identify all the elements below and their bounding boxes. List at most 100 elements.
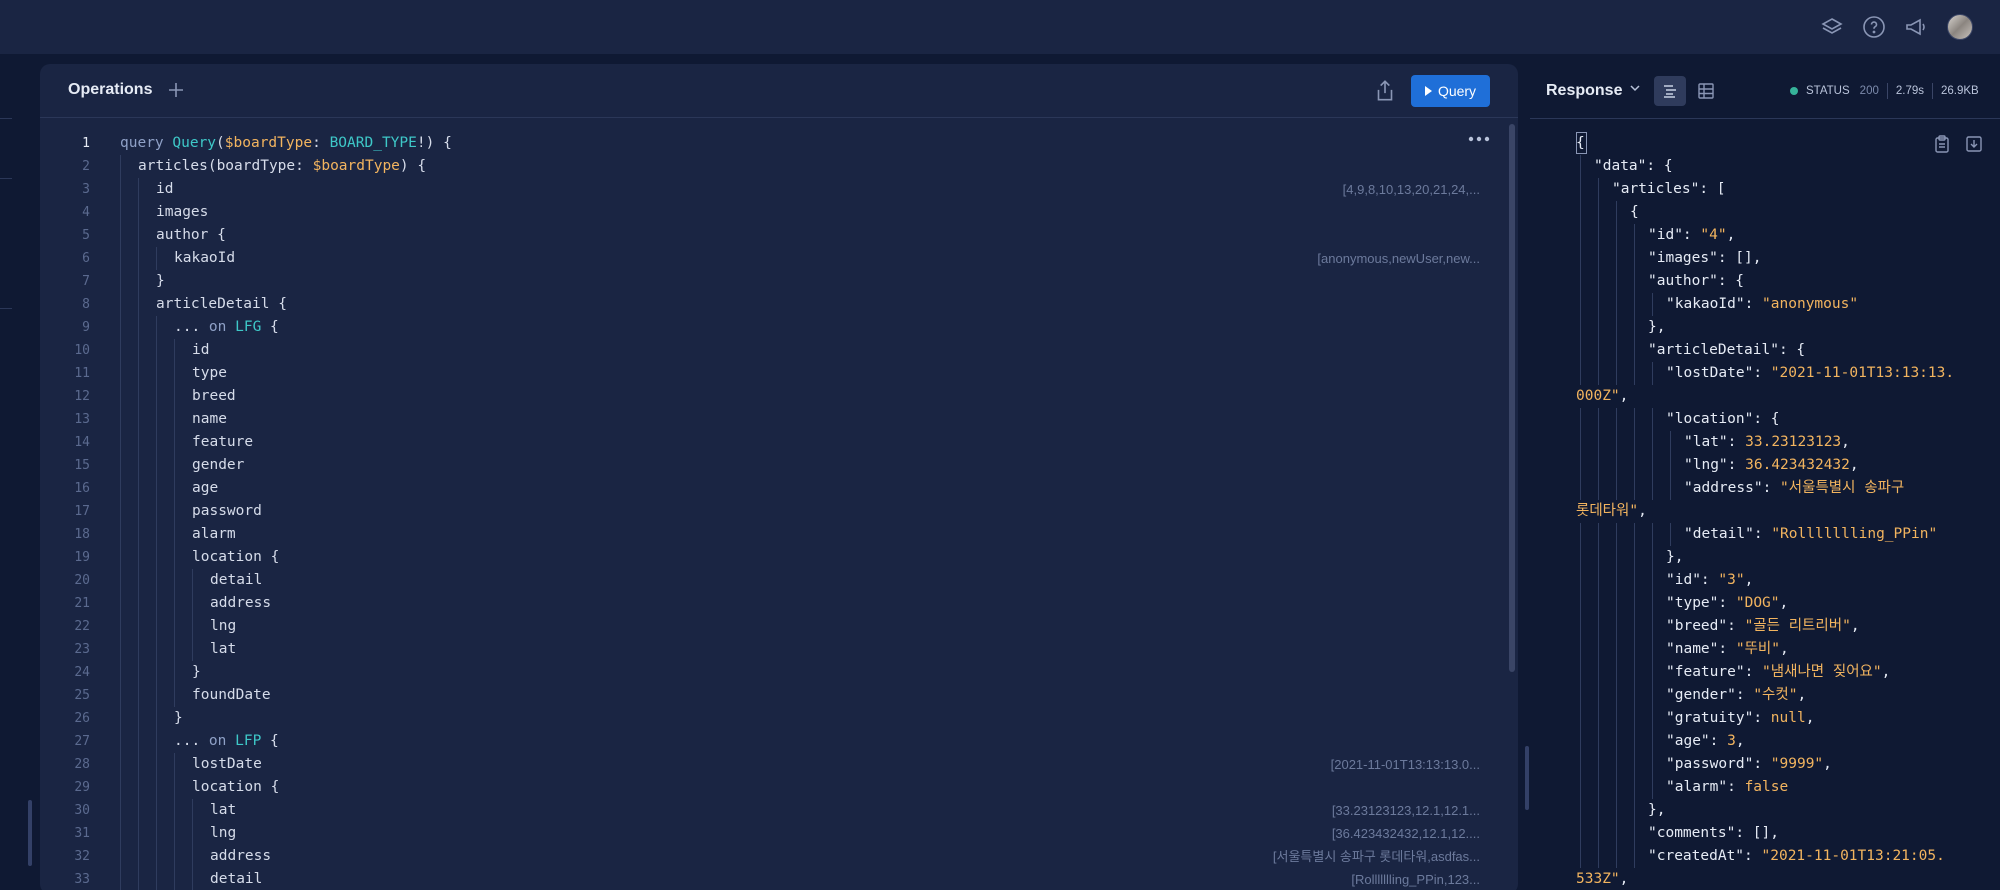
code-text: lat <box>210 802 237 818</box>
json-line: "detail": "Rollllllling_PPin" <box>1684 526 1938 542</box>
code-line[interactable]: 4 images <box>40 201 1510 224</box>
json-line: 롯데타워", <box>1576 503 1647 519</box>
clipboard-icon[interactable] <box>1932 134 1952 154</box>
code-text: images <box>156 204 209 220</box>
code-text: articleDetail { <box>156 296 287 312</box>
code-line[interactable]: 3 id [4,9,8,10,13,20,21,24,... <box>40 178 1510 201</box>
line-number: 16 <box>74 481 90 496</box>
query-button-label: Query <box>1437 83 1477 99</box>
code-line[interactable]: 8 articleDetail { <box>40 293 1510 316</box>
code-line[interactable]: 17 password <box>40 500 1510 523</box>
line-number: 8 <box>82 297 90 312</box>
json-line: "kakaoId": "anonymous" <box>1666 296 1859 312</box>
line-number: 11 <box>74 366 90 381</box>
json-line: "gratuity": null, <box>1666 710 1815 726</box>
code-text: } <box>174 710 183 726</box>
query-button[interactable]: Query <box>1411 75 1490 107</box>
json-line: "address": "서울특별시 송파구 <box>1684 480 1905 496</box>
json-line: 533Z", <box>1576 871 1629 887</box>
code-line[interactable]: 7} <box>40 270 1510 293</box>
code-line[interactable]: 25 foundDate <box>40 684 1510 707</box>
line-number: 32 <box>74 849 90 864</box>
code-text: ... on LFG { <box>174 319 279 335</box>
status-bar: STATUS 200 2.79s 26.9KB <box>1790 83 1979 99</box>
code-line[interactable]: 14 feature <box>40 431 1510 454</box>
share-icon[interactable] <box>1372 78 1398 104</box>
code-line[interactable]: 6 kakaoId [anonymous,newUser,new... <box>40 247 1510 270</box>
code-text: } <box>156 273 165 289</box>
code-text: alarm <box>192 526 236 542</box>
json-line: "data": { <box>1594 158 1673 174</box>
code-line[interactable]: 30 lat [33.23123123,12.1,12.1... <box>40 799 1510 822</box>
json-line: }, <box>1648 802 1666 818</box>
json-line: "age": 3, <box>1666 733 1745 749</box>
json-line: "articleDetail": { <box>1648 342 1806 358</box>
code-text: lng <box>210 825 237 841</box>
operations-title: Operations <box>68 81 153 98</box>
layers-icon[interactable] <box>1819 14 1845 40</box>
code-line[interactable]: 12 breed <box>40 385 1510 408</box>
line-number: 18 <box>74 527 90 542</box>
response-viewer[interactable]: {"data": {"articles": [{"id": "4", "image… <box>1530 120 2000 890</box>
inline-result-hint: [36.423432432,12.1,12.... <box>1331 826 1480 841</box>
help-icon[interactable] <box>1861 14 1887 40</box>
user-avatar[interactable] <box>1947 14 1973 40</box>
response-dropdown[interactable]: Response <box>1546 81 1642 100</box>
code-line[interactable]: 28 lostDate [2021-11-01T13:13:13.0... <box>40 753 1510 776</box>
code-text: query Query($boardType: BOARD_TYPE!) { <box>120 135 452 151</box>
code-line[interactable]: 27 ... on LFP { <box>40 730 1510 753</box>
line-number: 21 <box>74 596 90 611</box>
plus-icon[interactable] <box>164 78 188 102</box>
code-line[interactable]: 9 ... on LFG { <box>40 316 1510 339</box>
line-number: 20 <box>74 573 90 588</box>
status-indicator <box>1790 87 1798 95</box>
code-line[interactable]: 21 address <box>40 592 1510 615</box>
code-line[interactable]: 2 articles(boardType: $boardType) { <box>40 155 1510 178</box>
megaphone-icon[interactable] <box>1903 14 1929 40</box>
json-line: "author": { <box>1648 273 1745 289</box>
line-number: 5 <box>82 228 90 243</box>
table-view-icon[interactable] <box>1690 76 1722 106</box>
code-line[interactable]: 15 gender <box>40 454 1510 477</box>
line-number: 26 <box>74 711 90 726</box>
download-icon[interactable] <box>1964 134 1984 154</box>
line-number: 30 <box>74 803 90 818</box>
panel-resize-handle[interactable] <box>1525 746 1529 810</box>
line-number: 13 <box>74 412 90 427</box>
resize-handle[interactable] <box>28 800 32 866</box>
code-line[interactable]: 16 age <box>40 477 1510 500</box>
editor-scrollbar[interactable] <box>1509 124 1515 672</box>
code-line[interactable]: 32 address [서울특별시 송파구 롯데타워,asdfas... <box>40 845 1510 868</box>
json-line: "breed": "골든 리트리버", <box>1666 618 1860 634</box>
code-line[interactable]: 11 type <box>40 362 1510 385</box>
code-line[interactable]: 29 location { <box>40 776 1510 799</box>
list-view-icon[interactable] <box>1654 76 1686 106</box>
divider <box>0 308 12 309</box>
code-text: name <box>192 411 227 427</box>
response-title: Response <box>1546 81 1623 99</box>
code-text: } <box>192 664 201 680</box>
status-code: 200 <box>1859 85 1879 97</box>
line-number: 24 <box>74 665 90 680</box>
code-line[interactable]: 22 lng <box>40 615 1510 638</box>
code-line[interactable]: 5 author { <box>40 224 1510 247</box>
code-line[interactable]: 10 id <box>40 339 1510 362</box>
code-line[interactable]: 26} <box>40 707 1510 730</box>
code-line[interactable]: 13 name <box>40 408 1510 431</box>
code-text: type <box>192 365 227 381</box>
operations-header: Operations Query <box>40 64 1518 118</box>
more-horizontal-icon[interactable] <box>1467 132 1491 144</box>
code-line[interactable]: 31 lng [36.423432432,12.1,12.... <box>40 822 1510 845</box>
code-line[interactable]: 23 lat <box>40 638 1510 661</box>
code-line[interactable]: 20 detail <box>40 569 1510 592</box>
code-line[interactable]: 1 query Query($boardType: BOARD_TYPE!) { <box>40 132 1510 155</box>
code-line[interactable]: 19 location { <box>40 546 1510 569</box>
divider <box>0 178 12 179</box>
json-line: "createdAt": "2021-11-01T13:21:05. <box>1648 848 1945 864</box>
code-line[interactable]: 33 detail [Rollllllling_PPin,123... <box>40 868 1510 890</box>
code-line[interactable]: 24} <box>40 661 1510 684</box>
query-editor[interactable]: 1 query Query($boardType: BOARD_TYPE!) {2… <box>40 120 1518 890</box>
code-line[interactable]: 18 alarm <box>40 523 1510 546</box>
code-text: articles(boardType: $boardType) { <box>138 158 427 174</box>
response-size: 26.9KB <box>1941 85 1979 97</box>
